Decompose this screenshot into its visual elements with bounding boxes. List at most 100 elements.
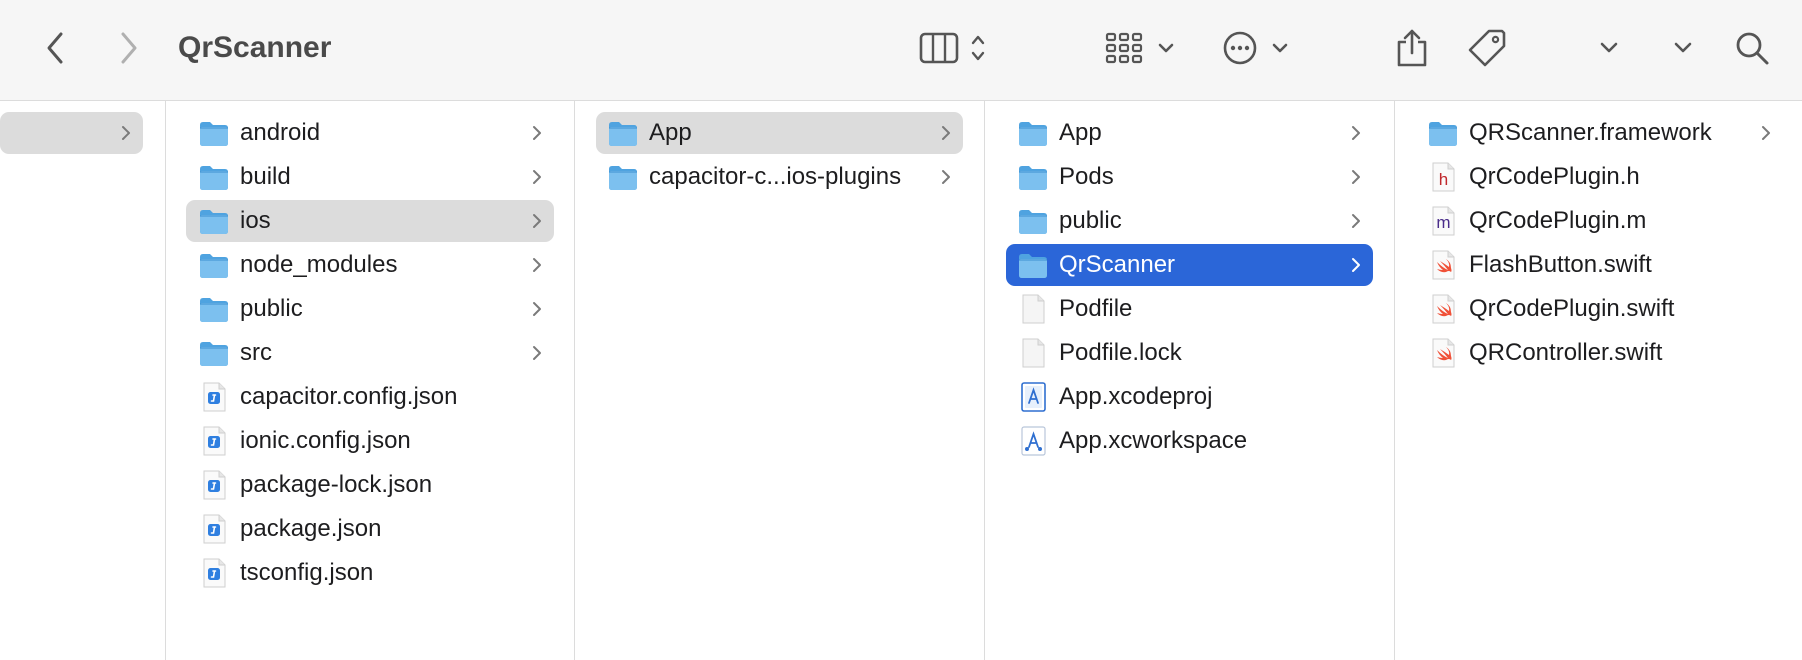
folder-row[interactable]: public [1006, 200, 1373, 242]
chevron-right-icon [1349, 123, 1363, 143]
column-3: App Pods public QrScanner Podfile Podfile.loc… [985, 101, 1395, 660]
file-row[interactable]: Podfile.lock [1006, 332, 1373, 374]
swift-file-icon [1427, 337, 1459, 369]
file-row[interactable]: ionic.config.json [186, 420, 554, 462]
objc-file-icon: m [1427, 205, 1459, 237]
item-name: App [649, 119, 692, 146]
item-name: App.xcworkspace [1059, 427, 1248, 454]
chevron-right-icon [939, 123, 953, 143]
folder-row[interactable]: App [596, 112, 963, 154]
selected-row[interactable] [0, 112, 143, 154]
folder-row[interactable]: Pods [1006, 156, 1373, 198]
blank-file-icon [1017, 337, 1049, 369]
item-name: QRController.swift [1469, 339, 1663, 366]
folder-icon [1017, 205, 1049, 237]
more-actions-button[interactable] [1222, 26, 1292, 70]
item-name: Podfile.lock [1059, 339, 1182, 366]
item-name: QRScanner.framework [1469, 119, 1712, 146]
file-row[interactable]: App.xcodeproj [1006, 376, 1373, 418]
view-columns-button[interactable] [918, 26, 996, 70]
folder-row[interactable]: android [186, 112, 554, 154]
folder-row[interactable]: QrScanner [1006, 244, 1373, 286]
chevron-right-icon [1349, 167, 1363, 187]
folder-row[interactable]: node_modules [186, 244, 554, 286]
file-row[interactable]: QRController.swift [1416, 332, 1783, 374]
folder-icon [1427, 117, 1459, 149]
json-file-icon [198, 381, 230, 413]
xcodeproj-icon [1017, 381, 1049, 413]
folder-row[interactable]: capacitor-c...ios-plugins [596, 156, 963, 198]
header-file-icon: h [1427, 161, 1459, 193]
dropdown-button-1[interactable] [1594, 26, 1624, 70]
folder-row[interactable]: QRScanner.framework [1416, 112, 1783, 154]
folder-row[interactable]: build [186, 156, 554, 198]
window-title: QrScanner [178, 31, 332, 64]
column-0 [0, 101, 166, 660]
search-button[interactable] [1732, 26, 1772, 70]
item-name: capacitor.config.json [240, 383, 458, 410]
chevron-right-icon [530, 167, 544, 187]
item-name: App [1059, 119, 1102, 146]
folder-row[interactable]: App [1006, 112, 1373, 154]
file-row[interactable]: FlashButton.swift [1416, 244, 1783, 286]
item-name: Podfile [1059, 295, 1133, 322]
search-icon [1736, 32, 1769, 65]
file-row[interactable]: Podfile [1006, 288, 1373, 330]
json-file-icon [198, 557, 230, 589]
chevron-right-icon [121, 32, 137, 64]
item-name: QrCodePlugin.m [1469, 207, 1647, 234]
folder-icon [607, 161, 639, 193]
file-row[interactable]: capacitor.config.json [186, 376, 554, 418]
item-name: package.json [240, 515, 382, 542]
chevron-right-icon [119, 123, 133, 143]
tags-button[interactable] [1466, 26, 1508, 70]
column-browser: android build ios node_modules public src capa… [0, 101, 1802, 660]
folder-icon [1017, 161, 1049, 193]
chevron-right-icon [530, 299, 544, 319]
file-row[interactable]: QrCodePlugin.swift [1416, 288, 1783, 330]
columns-icon [919, 32, 985, 64]
forward-button[interactable] [108, 26, 148, 70]
json-file-icon [198, 513, 230, 545]
chevron-right-icon [530, 343, 544, 363]
folder-icon [198, 205, 230, 237]
dropdown-button-2[interactable] [1668, 26, 1698, 70]
folder-icon [198, 161, 230, 193]
grid-icon [1105, 32, 1174, 64]
file-row[interactable]: m QrCodePlugin.m [1416, 200, 1783, 242]
item-name: build [240, 163, 291, 190]
item-name: src [240, 339, 272, 366]
file-row[interactable]: package.json [186, 508, 554, 550]
group-button[interactable] [1104, 26, 1178, 70]
swift-file-icon [1427, 249, 1459, 281]
item-name: Pods [1059, 163, 1114, 190]
item-name: QrCodePlugin.h [1469, 163, 1640, 190]
json-file-icon [198, 425, 230, 457]
file-row[interactable]: tsconfig.json [186, 552, 554, 594]
item-name: QrCodePlugin.swift [1469, 295, 1675, 322]
folder-row[interactable]: public [186, 288, 554, 330]
folder-icon [198, 117, 230, 149]
file-row[interactable]: package-lock.json [186, 464, 554, 506]
blank-file-icon [1017, 293, 1049, 325]
chevron-right-icon [1349, 255, 1363, 275]
toolbar: QrScanner [0, 0, 1802, 101]
item-name: public [240, 295, 303, 322]
chevron-right-icon [530, 123, 544, 143]
svg-text:h: h [1439, 170, 1448, 189]
folder-icon [1017, 249, 1049, 281]
back-button[interactable] [36, 26, 76, 70]
ellipsis-circle-icon [1223, 31, 1288, 65]
folder-row[interactable]: src [186, 332, 554, 374]
share-button[interactable] [1392, 26, 1432, 70]
folder-icon [198, 249, 230, 281]
item-name: node_modules [240, 251, 398, 278]
folder-row[interactable]: ios [186, 200, 554, 242]
json-file-icon [198, 469, 230, 501]
file-row[interactable]: App.xcworkspace [1006, 420, 1373, 462]
item-name: ios [240, 207, 271, 234]
chevron-left-icon [47, 32, 63, 64]
chevron-right-icon [1759, 123, 1773, 143]
chevron-right-icon [939, 167, 953, 187]
file-row[interactable]: h QrCodePlugin.h [1416, 156, 1783, 198]
